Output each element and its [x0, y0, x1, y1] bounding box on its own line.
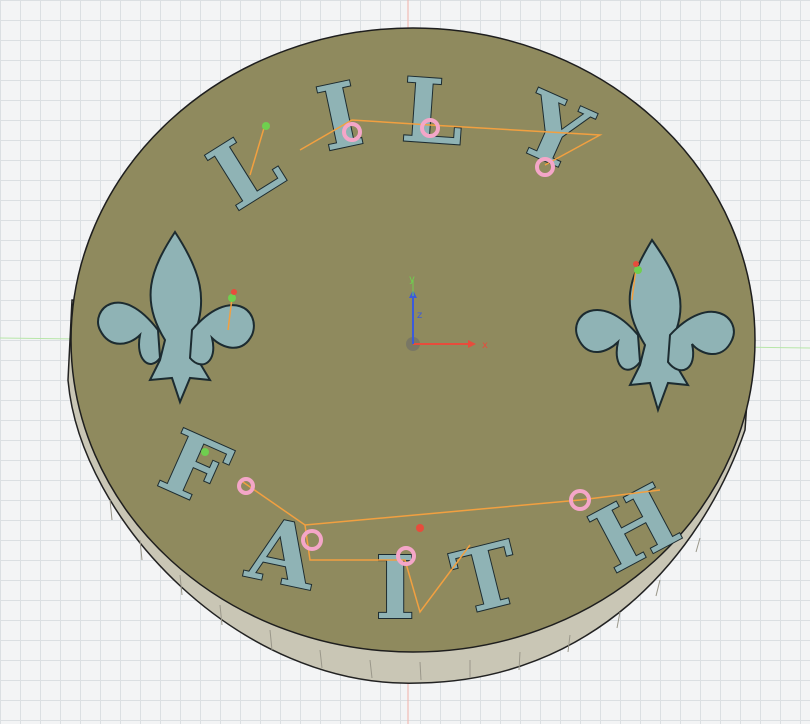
- viewport-canvas[interactable]: L I L Y F A I T H x z y: [0, 0, 810, 724]
- y-axis-label: y: [409, 274, 415, 285]
- letter-i-bottom: I: [375, 538, 415, 639]
- letter-l-2: L: [398, 57, 467, 165]
- z-axis-label: z: [417, 310, 422, 321]
- x-axis-label: x: [482, 340, 488, 351]
